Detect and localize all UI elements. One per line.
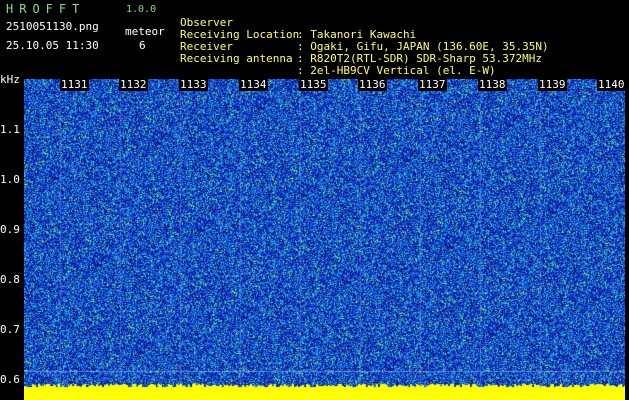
time-tick-label: 1136 [358, 78, 387, 91]
freq-axis: 1.1 1.0 0.9 0.8 0.7 0.6 [0, 72, 24, 400]
time-tick-label: 1132 [119, 78, 148, 91]
freq-tick-label: 1.0 [0, 173, 20, 186]
time-tick-label: 1137 [418, 78, 447, 91]
time-tick-label: 1131 [60, 78, 89, 91]
station-info: Observer : Takanori Kawachi Receiving Lo… [180, 5, 620, 77]
freq-tick-label: 0.7 [0, 323, 20, 336]
freq-tick-label: 0.9 [0, 223, 20, 236]
meteor-label: meteor [125, 25, 165, 38]
time-tick-label: 1133 [179, 78, 208, 91]
time-tick-label: 1140 [597, 78, 626, 91]
antenna-label: Receiving antenna [180, 52, 293, 65]
freq-tick-label: 0.6 [0, 373, 20, 386]
time-tick-label: 1135 [299, 78, 328, 91]
freq-tick-label: 1.1 [0, 123, 20, 136]
antenna-value: : 2el-HB9CV Vertical (el. E-W) [297, 64, 496, 77]
time-tick-label: 1139 [538, 78, 567, 91]
meteor-count: 6 [139, 39, 146, 52]
app-version: 1.0.0 [126, 4, 157, 15]
spectrogram [24, 79, 625, 400]
file-name: 2510051130.png [6, 20, 99, 33]
time-tick-label: 1138 [478, 78, 507, 91]
app-name: HROFFT [6, 2, 86, 16]
time-axis: 1131 1132 1133 1134 1135 1136 1137 1138 … [0, 79, 629, 91]
time-tick-label: 1134 [239, 78, 268, 91]
freq-tick-label: 0.8 [0, 273, 20, 286]
file-timestamp: 25.10.05 11:30 [6, 39, 99, 52]
